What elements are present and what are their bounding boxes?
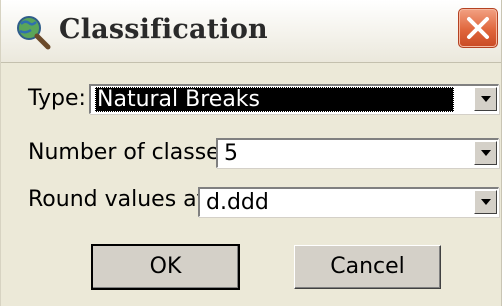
ok-button[interactable]: OK [91, 244, 240, 290]
round-selected-value: d.ddd [206, 190, 269, 215]
classes-dropdown-button[interactable] [474, 141, 497, 165]
classes-label: Number of classes: [28, 140, 239, 165]
classes-combobox[interactable]: 5 [216, 138, 499, 168]
cancel-button[interactable]: Cancel [294, 245, 441, 289]
chevron-down-icon [481, 96, 491, 102]
type-combobox[interactable]: Natural Breaks [89, 84, 499, 114]
chevron-down-icon [481, 150, 491, 156]
round-label: Round values at: [28, 187, 213, 212]
round-combobox[interactable]: d.ddd [198, 187, 499, 217]
round-dropdown-button[interactable] [474, 190, 497, 214]
type-dropdown-button[interactable] [474, 87, 497, 111]
close-button[interactable] [458, 8, 498, 48]
dialog-title: Classification [59, 14, 268, 45]
chevron-down-icon [481, 199, 491, 205]
classes-selected-value: 5 [224, 141, 238, 166]
classification-dialog: Classification Type: Natural Breaks Numb… [0, 0, 502, 306]
type-selected-value: Natural Breaks [95, 87, 454, 112]
type-label: Type: [28, 86, 86, 111]
title-bar[interactable]: Classification [1, 0, 501, 63]
globe-magnifier-icon [17, 16, 51, 50]
close-icon [467, 17, 489, 39]
